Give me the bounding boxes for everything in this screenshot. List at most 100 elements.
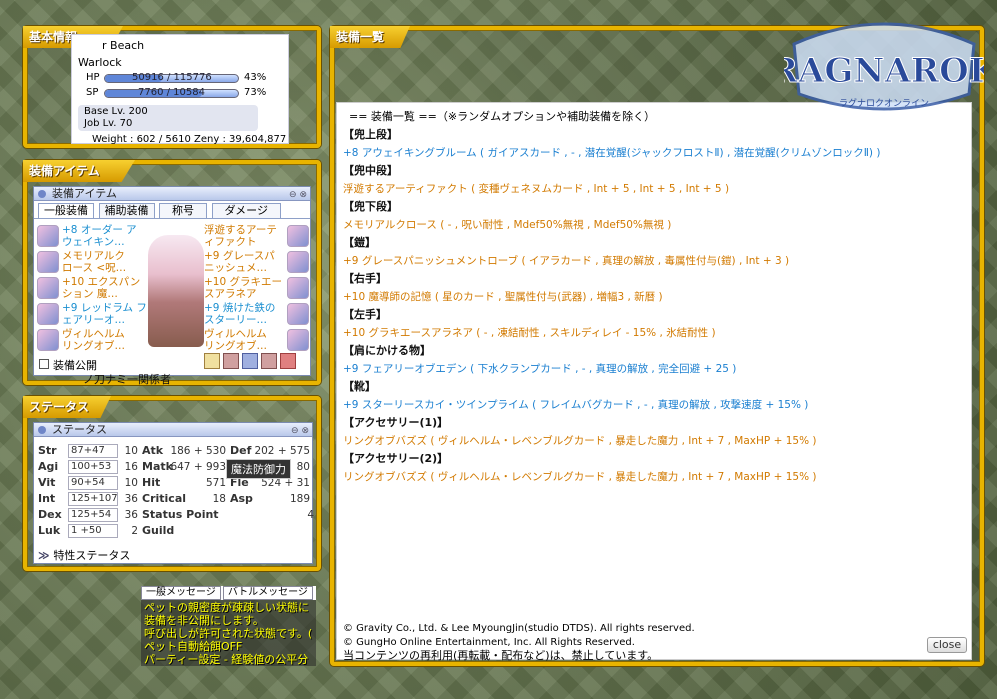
stat-sub-row: Hit 571 bbox=[142, 475, 226, 491]
chat-log: ペットの親密度が疎疎しい状態に 装備を非公開にします。 呼び出しが許可された状態… bbox=[141, 600, 316, 666]
slot-icon-garment[interactable] bbox=[37, 303, 59, 325]
copyright-2: © GungHo Online Entertainment, Inc. All … bbox=[343, 637, 635, 648]
section-title: 【アクセサリー(2)】 bbox=[343, 452, 449, 465]
equip-items-frame: 装備アイテム 装備アイテム ⊖ ⊗ 一般装備 補助装備 称号 ダメージ +8 オー… bbox=[23, 160, 321, 386]
stat-sub-value: 18 bbox=[212, 493, 226, 505]
stat-points: 10 bbox=[124, 445, 138, 457]
section-item: メモリアルクロース ( - , 呪い耐性 , Mdef50%無視 , Mdef5… bbox=[343, 219, 672, 231]
equip-window: 装備アイテム ⊖ ⊗ 一般装備 補助装備 称号 ダメージ +8 オーダー ア ウェ… bbox=[33, 186, 311, 376]
book-icon[interactable] bbox=[204, 353, 220, 369]
traits-toggle[interactable]: ≫ 特性ステータス bbox=[38, 547, 130, 563]
slot-left-3[interactable]: +10 エクスパン ション 魔… bbox=[62, 276, 147, 300]
equip-list-title: 装備一覧 bbox=[330, 26, 410, 48]
sp-percent: 73% bbox=[244, 87, 267, 98]
slot-right-4[interactable]: +9 焼けた鉄の スターリー… bbox=[204, 302, 286, 326]
chat-tab-battle[interactable]: バトルメッセージ bbox=[222, 586, 313, 600]
close-button[interactable]: close bbox=[927, 637, 967, 653]
section-title: 【兜下段】 bbox=[343, 200, 398, 213]
public-checkbox[interactable] bbox=[39, 359, 49, 369]
slot-icon-accessory-right[interactable] bbox=[287, 329, 309, 351]
tab-auxiliary[interactable]: 補助装備 bbox=[98, 203, 155, 218]
stat-row-vit: Vit 90+54 10 bbox=[38, 475, 138, 491]
equip-window-bar[interactable]: 装備アイテム ⊖ ⊗ bbox=[34, 187, 310, 201]
slot-icon-head-top[interactable] bbox=[37, 225, 59, 247]
equip-tabs: 一般装備 補助装備 称号 ダメージ bbox=[34, 201, 310, 219]
slot-right-5[interactable]: ヴィルヘルム リングオブ… bbox=[204, 328, 286, 352]
stat-sub-row: Guild bbox=[142, 523, 226, 539]
toolbar-icons[interactable] bbox=[204, 353, 304, 371]
slot-right-3[interactable]: +10 グラキエー スアラネア bbox=[204, 276, 286, 300]
stat-row-dex: Dex 125+54 36 bbox=[38, 507, 138, 523]
equip-items-title: 装備アイテム bbox=[23, 160, 135, 182]
stat-value: 125+54 bbox=[68, 508, 118, 522]
logo-text: RAGNAROK bbox=[784, 51, 984, 91]
slot-icon-shield[interactable] bbox=[287, 277, 309, 299]
slot-icon-head-mid[interactable] bbox=[287, 225, 309, 247]
hp-value: 50916 / 115776 bbox=[132, 72, 212, 83]
stat-row-luk: Luk 1 +50 2 bbox=[38, 523, 138, 539]
window-buttons[interactable]: ⊖ ⊗ bbox=[289, 189, 307, 202]
below-text: ノ刀ナミ一関係者 bbox=[83, 373, 171, 386]
tooltip: 魔法防御力 bbox=[226, 459, 291, 479]
stat-value: 87+47 bbox=[68, 444, 118, 458]
section-title: 【鎧】 bbox=[343, 236, 376, 249]
stat-sub-row: Atk 186 + 530 bbox=[142, 443, 226, 459]
char-icon[interactable] bbox=[223, 353, 239, 369]
chat-line: 装備を非公開にします。 bbox=[144, 614, 264, 627]
stat-points: 2 bbox=[131, 525, 138, 537]
chat-tabs: 一般メッセージ バトルメッセージ bbox=[141, 586, 316, 600]
chat-line: 呼び出しが許可された状態です。( bbox=[144, 627, 313, 640]
chat-tab-general[interactable]: 一般メッセージ bbox=[141, 586, 221, 600]
job-level: Job Lv. 70 bbox=[84, 118, 133, 129]
status-window-bar[interactable]: ステータス ⊖ ⊗ bbox=[34, 423, 312, 437]
section-title: 【靴】 bbox=[343, 380, 376, 393]
slot-left-1[interactable]: +8 オーダー ア ウェイキン… bbox=[62, 224, 147, 248]
char2-icon[interactable] bbox=[261, 353, 277, 369]
tab-damage[interactable]: ダメージ bbox=[211, 203, 281, 218]
traits-label: 特性ステータス bbox=[53, 549, 131, 562]
map-name: r Beach bbox=[102, 39, 145, 52]
stat-row-str: Str 87+47 10 bbox=[38, 443, 138, 459]
slot-left-4[interactable]: +9 レッドラム フ ェアリーオ… bbox=[62, 302, 147, 326]
stat-row-agi: Agi 100+53 16 bbox=[38, 459, 138, 475]
status-window-title: ステータス bbox=[52, 423, 107, 436]
tab-title[interactable]: 称号 bbox=[159, 203, 207, 218]
notice-text: 当コンテンツの再利用(再転載・配布など)は、禁止しています。 bbox=[343, 649, 659, 662]
slot-icon-shoes[interactable] bbox=[287, 303, 309, 325]
stat-sub-label: Atk bbox=[142, 444, 164, 457]
character-sprite bbox=[148, 235, 204, 347]
section-title: 【左手】 bbox=[343, 308, 387, 321]
slot-right-1[interactable]: 浮遊するアーテ ィファクト bbox=[204, 224, 286, 248]
rotate-icon[interactable] bbox=[242, 353, 258, 369]
ragnarok-logo: RAGNAROK ラグナロクオンライン bbox=[769, 14, 997, 134]
stat-sub2-row: Asp 189 bbox=[230, 491, 310, 507]
chat-line: ペット自動給餌OFF bbox=[144, 640, 243, 653]
slot-right-2[interactable]: +9 グレースパ ニッシュメ… bbox=[204, 250, 286, 274]
status-frame-title: ステータス bbox=[23, 396, 111, 418]
section-title: 【アクセサリー(1)】 bbox=[343, 416, 449, 429]
stat-label: Str bbox=[38, 444, 57, 457]
chat-line: ペットの親密度が疎疎しい状態に bbox=[144, 601, 309, 614]
stat-label: Agi bbox=[38, 460, 59, 473]
arrow-icon[interactable] bbox=[280, 353, 296, 369]
slot-icon-accessory-left[interactable] bbox=[37, 329, 59, 351]
tab-general[interactable]: 一般装備 bbox=[38, 203, 94, 218]
stat-points: 36 bbox=[124, 493, 138, 505]
stat-sub-value: 186 + 530 bbox=[170, 445, 226, 457]
slot-icon-weapon[interactable] bbox=[37, 277, 59, 299]
base-level: Base Lv. 200 bbox=[84, 106, 148, 117]
section-item: リングオブバズズ ( ヴィルヘルム・レベンブルグカード , 暴走した魔力 , I… bbox=[343, 471, 817, 483]
stat-value: 1 +50 bbox=[68, 524, 118, 538]
slot-icon-head-low[interactable] bbox=[37, 251, 59, 273]
section-item: +10 グラキエースアラネア ( - , 凍結耐性 , スキルディレイ - 15… bbox=[343, 327, 716, 339]
copyright-1: © Gravity Co., Ltd. & Lee MyoungJin(stud… bbox=[343, 623, 695, 634]
basic-info-window: r Beach Warlock HP 50916 / 115776 43% SP… bbox=[71, 34, 289, 145]
stat-sub2-row: Def 202 + 575 bbox=[230, 443, 310, 459]
window-buttons[interactable]: ⊖ ⊗ bbox=[291, 425, 309, 438]
slot-icon-armor[interactable] bbox=[287, 251, 309, 273]
status-frame: ステータス ステータス ⊖ ⊗ Str 87+47 10 Agi 100+53 16 Vit 9… bbox=[23, 396, 321, 571]
slot-left-5[interactable]: ヴィルヘルム リングオブ… bbox=[62, 328, 147, 352]
slot-left-2[interactable]: メモリアルク ロース <呪… bbox=[62, 250, 147, 274]
sp-value: 7760 / 10584 bbox=[138, 87, 205, 98]
stat-sub-value: 571 bbox=[205, 477, 226, 489]
